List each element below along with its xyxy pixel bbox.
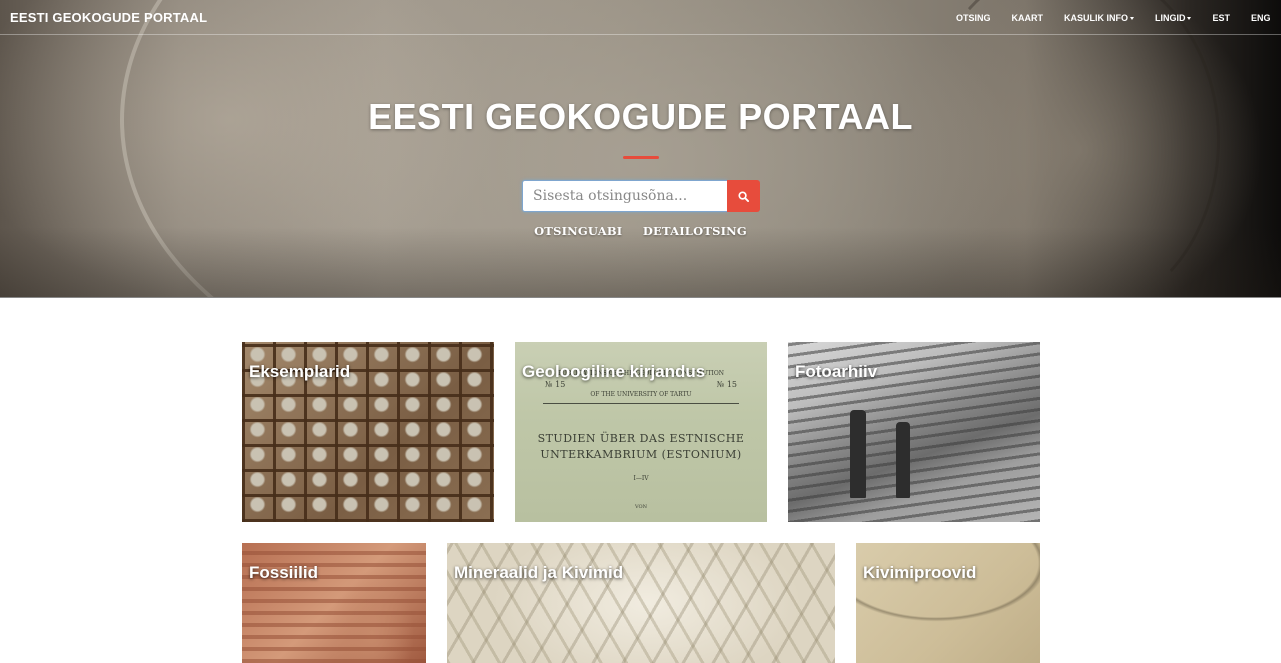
language-est[interactable]: EST	[1202, 13, 1241, 23]
document-part: I—IV	[633, 475, 649, 482]
document-rule	[543, 403, 739, 404]
tile-label: Geoloogiline kirjandus	[522, 362, 706, 381]
detailed-search-link[interactable]: DETAILOTSING	[643, 224, 747, 238]
caret-down-icon	[1187, 16, 1192, 20]
nav-item-label: ENG	[1250, 12, 1271, 23]
tile-label: Fotoarhiiv	[795, 362, 878, 381]
document-line: OF THE UNIVERSITY OF TARTU	[590, 391, 692, 398]
page-title: EESTI GEOKOGUDE PORTAAL	[368, 96, 913, 137]
tile-label: Kivimiproovid	[863, 563, 977, 582]
tile-kivimiproovid[interactable]: Kivimiproovid	[856, 543, 1040, 663]
document-title: STUDIEN ÜBER DAS ESTNISCHE	[537, 432, 745, 445]
nav-item-otsing[interactable]: OTSING	[945, 13, 1001, 23]
brand-link[interactable]: EESTI GEOKOGUDE PORTAAL	[10, 10, 207, 25]
photo-person	[850, 410, 866, 498]
search-icon	[738, 190, 749, 202]
tile-fotoarhiiv[interactable]: Fotoarhiiv	[788, 342, 1040, 522]
search-button[interactable]	[727, 180, 760, 212]
top-navbar: EESTI GEOKOGUDE PORTAAL OTSING KAART KAS…	[0, 0, 1281, 35]
nav-item-kasulik-info[interactable]: KASULIK INFO	[1053, 13, 1144, 23]
document-footer: VON	[635, 504, 647, 510]
nav-item-label: KAART	[1011, 12, 1043, 23]
tile-geoloogiline-kirjandus[interactable]: PUBLICATIONS OF THE GEOLOGICAL INSTITUTI…	[515, 342, 767, 522]
nav-item-label: EST	[1212, 12, 1230, 23]
search-input[interactable]	[522, 180, 727, 212]
title-underline	[623, 156, 659, 159]
nav-menu: OTSING KAART KASULIK INFO LINGID EST ENG	[945, 0, 1281, 35]
photo-person	[896, 422, 910, 498]
tile-label: Eksemplarid	[249, 362, 351, 381]
nav-item-label: OTSING	[955, 12, 991, 23]
tile-eksemplarid[interactable]: Eksemplarid	[242, 342, 494, 522]
nav-item-label: KASULIK INFO	[1063, 12, 1128, 23]
tile-label: Mineraalid ja Kivimid	[454, 563, 624, 582]
nav-item-lingid[interactable]: LINGID	[1144, 13, 1202, 23]
document-title: UNTERKAMBRIUM (ESTONIUM)	[540, 448, 742, 461]
search-links: OTSINGUABI DETAILOTSING	[0, 222, 1281, 240]
search-help-link[interactable]: OTSINGUABI	[534, 224, 622, 238]
hero-banner: EESTI GEOKOGUDE PORTAAL OTSING KAART KAS…	[0, 0, 1281, 298]
nav-item-kaart[interactable]: KAART	[1001, 13, 1054, 23]
tile-mineraalid-ja-kivimid[interactable]: Mineraalid ja Kivimid	[447, 543, 835, 663]
search-box	[522, 180, 760, 212]
caret-down-icon	[1129, 16, 1134, 20]
nav-item-label: LINGID	[1154, 12, 1186, 23]
tile-label: Fossiilid	[249, 563, 318, 582]
language-eng[interactable]: ENG	[1240, 13, 1281, 23]
tile-fossiilid[interactable]: Fossiilid	[242, 543, 426, 663]
